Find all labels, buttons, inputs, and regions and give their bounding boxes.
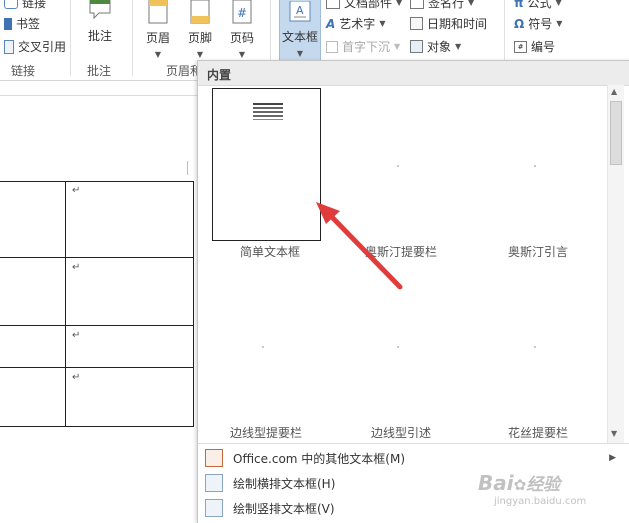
- object-icon: [410, 40, 423, 53]
- margin-corner-mark: [187, 161, 188, 175]
- paw-icon: ✿: [513, 476, 527, 494]
- number-button[interactable]: # 编号: [514, 38, 555, 55]
- cross-reference-button[interactable]: 交叉引用: [4, 38, 66, 55]
- gallery-caption: 边线型提要栏: [229, 426, 302, 440]
- gallery-caption: 花丝提要栏: [507, 426, 568, 440]
- gallery-item-austin-quote[interactable]: [478, 88, 598, 258]
- chevron-down-icon: ▼: [396, 0, 403, 7]
- page-number-button[interactable]: # 页码 ▼: [225, 0, 259, 60]
- paragraph-mark: ↵: [72, 262, 81, 273]
- paragraph-mark: ↵: [72, 185, 81, 196]
- chevron-down-icon: ▼: [154, 50, 162, 59]
- symbol-button[interactable]: Ω 符号 ▼: [514, 15, 562, 32]
- quick-parts-icon: [326, 0, 340, 9]
- chevron-down-icon: ▼: [556, 19, 563, 28]
- signature-line-icon: [410, 0, 424, 9]
- page-margin-line: [0, 95, 200, 96]
- date-time-button[interactable]: 日期和时间: [410, 15, 487, 32]
- document-page[interactable]: ↵ ↵ ↵ ↵: [0, 81, 200, 521]
- comment-button[interactable]: 批注: [80, 0, 120, 44]
- number-icon: #: [514, 40, 527, 53]
- scroll-up-icon[interactable]: ▲: [611, 87, 617, 96]
- chevron-down-icon: ▼: [394, 42, 401, 51]
- link-icon: [4, 0, 18, 9]
- vertical-textbox-icon: [205, 499, 223, 517]
- gallery-item-simple-textbox[interactable]: [212, 88, 322, 258]
- gallery-item-filigree-sidebar[interactable]: [478, 271, 598, 431]
- menu-item-draw-horizontal-textbox[interactable]: 绘制横排文本框(H): [198, 471, 628, 495]
- wordart-icon: A: [326, 16, 336, 31]
- quick-parts-button[interactable]: 文档部件 ▼: [326, 0, 402, 11]
- office-com-icon: [205, 449, 223, 467]
- horizontal-textbox-icon: [205, 474, 223, 492]
- signature-line-button[interactable]: 签名行 ▼: [410, 0, 474, 11]
- header-button[interactable]: 页眉 ▼: [141, 0, 175, 60]
- chevron-down-icon: ▼: [379, 19, 386, 28]
- wordart-button[interactable]: A 艺术字 ▼: [326, 15, 385, 32]
- gallery-scrollbar[interactable]: ▲ ▼: [607, 85, 624, 465]
- group-separator: [70, 0, 71, 76]
- chevron-down-icon: ▼: [455, 42, 462, 51]
- gallery-caption: 奥斯汀提要栏: [364, 245, 437, 259]
- chevron-down-icon: ▼: [468, 0, 475, 7]
- paragraph-mark: ↵: [72, 330, 81, 341]
- group-separator: [132, 0, 133, 76]
- document-table[interactable]: [0, 181, 200, 431]
- svg-text:#: #: [237, 6, 247, 20]
- document-area: ↵ ↵ ↵ ↵: [0, 81, 200, 521]
- paragraph-mark: ↵: [72, 372, 81, 383]
- gallery-caption: 简单文本框: [239, 245, 300, 259]
- bookmark-icon: [4, 17, 12, 30]
- gallery-item-sideline-sidebar[interactable]: [206, 271, 326, 431]
- gallery-menu: Office.com 中的其他文本框(M) ▶ 绘制横排文本框(H) 绘制竖排文…: [198, 443, 629, 523]
- drop-cap-button[interactable]: 首字下沉 ▼: [326, 38, 400, 55]
- watermark-logo: Bai✿经验: [478, 471, 561, 495]
- symbol-icon: Ω: [514, 16, 525, 31]
- gallery-section-header: 内置: [198, 61, 629, 86]
- group-label-links: 链接: [11, 64, 36, 78]
- chevron-down-icon: ▼: [296, 49, 304, 58]
- bookmark-button[interactable]: 书签: [4, 15, 40, 32]
- comment-icon: [89, 0, 111, 20]
- watermark-url: jingyan.baidu.com: [494, 496, 587, 507]
- page-number-icon: #: [232, 0, 252, 24]
- equation-button[interactable]: π 公式 ▼: [514, 0, 562, 11]
- footer-icon: [190, 0, 210, 24]
- menu-item-office-com-textboxes[interactable]: Office.com 中的其他文本框(M) ▶: [198, 446, 628, 470]
- svg-text:A: A: [296, 4, 304, 17]
- date-time-icon: [410, 17, 423, 30]
- chevron-down-icon: ▼: [196, 50, 204, 59]
- cross-reference-icon: [4, 39, 14, 54]
- gallery-item-sideline-quote[interactable]: [341, 271, 461, 431]
- textbox-button[interactable]: A 文本框 ▼: [279, 0, 321, 62]
- gallery-caption: 边线型引述: [370, 426, 431, 440]
- scroll-down-icon[interactable]: ▼: [611, 429, 617, 438]
- chevron-down-icon: ▼: [555, 0, 562, 7]
- gallery-item-austin-sidebar[interactable]: [341, 88, 461, 258]
- footer-button[interactable]: 页脚 ▼: [183, 0, 217, 60]
- chevron-right-icon: ▶: [609, 453, 616, 463]
- chevron-down-icon: ▼: [238, 50, 246, 59]
- gallery-caption: 奥斯汀引言: [507, 245, 568, 259]
- scroll-thumb[interactable]: [610, 101, 622, 165]
- link-button[interactable]: 链接: [4, 0, 46, 11]
- drop-cap-icon: [326, 40, 338, 53]
- textbox-icon: A: [289, 0, 311, 22]
- group-label-comments: 批注: [87, 64, 112, 78]
- header-icon: [148, 0, 168, 24]
- object-button[interactable]: 对象 ▼: [410, 38, 461, 55]
- simple-textbox-thumbnail: [212, 88, 321, 241]
- equation-icon: π: [514, 0, 524, 10]
- textbox-gallery-dropdown: 内置 简单文本框 奥斯汀提要栏 奥斯汀引言 边线型提要栏 边线型引述 花丝提要栏…: [197, 60, 629, 523]
